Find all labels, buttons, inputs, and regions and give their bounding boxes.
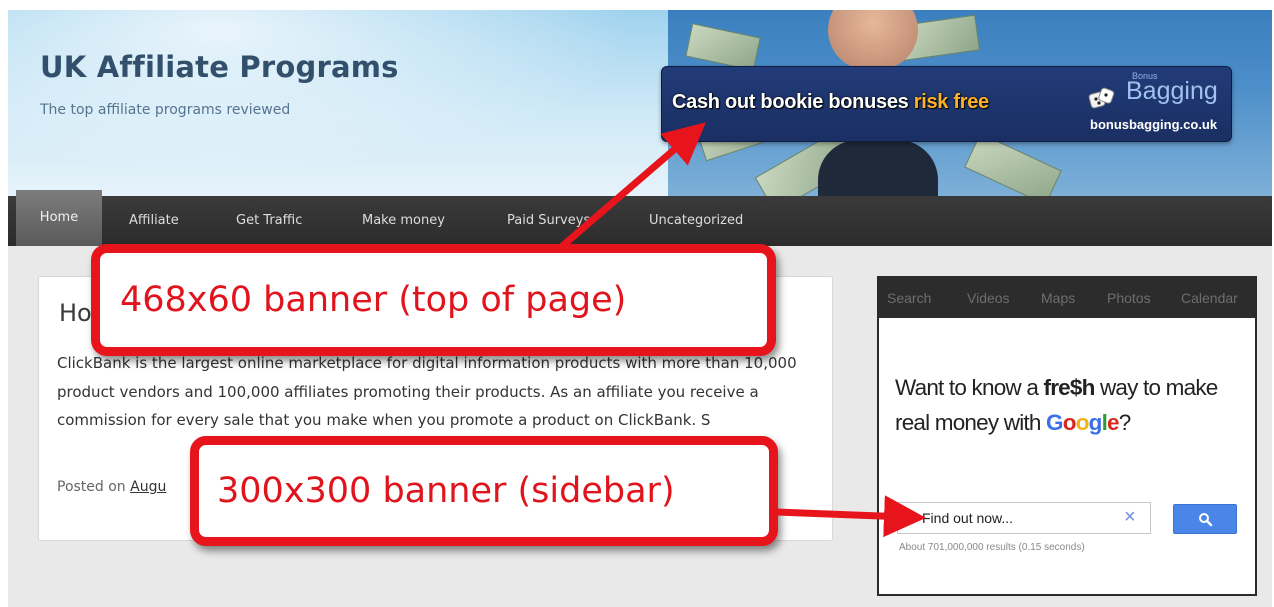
- nav-item-uncategorized[interactable]: Uncategorized: [649, 196, 743, 246]
- google-letter: g: [1088, 410, 1103, 435]
- man-face-image: [828, 10, 918, 70]
- ad-cta-highlight: risk free: [913, 91, 989, 113]
- sidebar-ad-300x300[interactable]: Search Videos Maps Photos Calendar Want …: [877, 276, 1257, 596]
- search-button[interactable]: [1173, 504, 1237, 534]
- callout-top-banner: 468x60 banner (top of page): [91, 244, 776, 356]
- article-date-link[interactable]: Augu: [130, 479, 166, 495]
- headline-text: ?: [1118, 410, 1132, 435]
- google-logo: Google: [1046, 410, 1120, 435]
- google-letter: o: [1062, 410, 1077, 435]
- sidebar-ad-headline: Want to know a fre$h way to make real mo…: [895, 370, 1255, 440]
- ad-domain: bonusbagging.co.uk: [1090, 117, 1218, 132]
- ad-cta-text: Cash out bookie bonuses risk free: [672, 91, 989, 114]
- site-tagline: The top affiliate programs reviewed: [40, 102, 291, 118]
- ad-banner-468x60[interactable]: Cash out bookie bonuses risk free Bonus …: [661, 66, 1232, 142]
- nav-item-affiliate[interactable]: Affiliate: [129, 196, 179, 246]
- money-bill-image: [964, 132, 1062, 196]
- tab-photos[interactable]: Photos: [1107, 278, 1151, 318]
- dice-icon: [1088, 87, 1115, 109]
- nav-item-make-money[interactable]: Make money: [362, 196, 445, 246]
- callout-sidebar-banner: 300x300 banner (sidebar): [190, 436, 778, 546]
- ad-brand-logo: Bagging: [1126, 77, 1218, 105]
- google-letter: G: [1046, 410, 1063, 435]
- tab-calendar[interactable]: Calendar: [1181, 278, 1238, 318]
- search-results-count: About 701,000,000 results (0.15 seconds): [899, 542, 1085, 553]
- google-letter: o: [1075, 410, 1090, 435]
- nav-item-paid-surveys[interactable]: Paid Surveys: [507, 196, 590, 246]
- search-input-text: Find out now...: [922, 510, 1014, 526]
- article-body: ClickBank is the largest online marketpl…: [57, 354, 797, 429]
- headline-bold: fre$h: [1043, 375, 1096, 400]
- nav-item-home[interactable]: Home: [16, 190, 102, 246]
- article-meta-prefix: Posted on: [57, 479, 131, 495]
- article-title[interactable]: Ho: [59, 299, 92, 327]
- tab-maps[interactable]: Maps: [1041, 278, 1075, 318]
- sidebar-search-input[interactable]: Find out now... ×: [897, 502, 1151, 534]
- tab-search[interactable]: Search: [887, 278, 931, 318]
- sidebar-tabs: Search Videos Maps Photos Calendar: [879, 278, 1255, 318]
- money-bill-image: [685, 23, 761, 71]
- ad-cta-part: Cash out bookie bonuses: [672, 91, 914, 113]
- nav-item-get-traffic[interactable]: Get Traffic: [236, 196, 302, 246]
- main-nav: Home Affiliate Get Traffic Make money Pa…: [8, 190, 1272, 246]
- search-icon: [1199, 513, 1213, 527]
- headline-text: Want to know a: [895, 375, 1044, 400]
- tab-videos[interactable]: Videos: [967, 278, 1010, 318]
- google-letter: e: [1107, 410, 1120, 435]
- close-icon[interactable]: ×: [1124, 506, 1136, 529]
- site-header: UK Affiliate Programs The top affiliate …: [8, 10, 1272, 196]
- article-meta: Posted on Augu: [57, 479, 166, 495]
- site-title[interactable]: UK Affiliate Programs: [40, 50, 399, 84]
- man-body-image: [818, 140, 938, 196]
